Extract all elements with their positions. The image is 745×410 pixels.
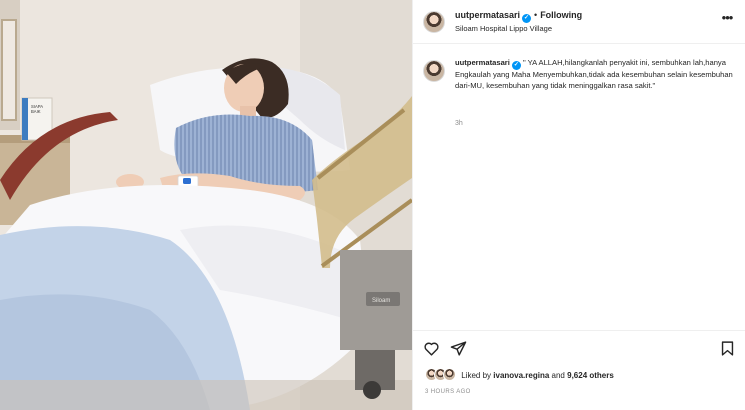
post-details-panel: uutpermatasari ✓ • Following Siloam Hospita…	[412, 0, 745, 410]
liker-avatars[interactable]	[425, 368, 459, 381]
caption-avatar[interactable]	[423, 60, 445, 82]
verified-badge-icon: ✓	[522, 14, 532, 23]
separator-dot: •	[534, 10, 538, 20]
caption-age[interactable]: 3h	[455, 120, 463, 127]
posted-time[interactable]: 3 HOURS AGO	[425, 389, 471, 395]
verified-badge-icon: ✓	[511, 61, 521, 70]
post-location[interactable]: Siloam Hospital Lippo Village	[455, 24, 552, 33]
liked-by-prefix: Liked by	[461, 371, 492, 380]
liker-avatar	[443, 368, 456, 381]
post-header: uutpermatasari ✓ • Following Siloam Hospita…	[413, 0, 745, 44]
author-line: uutpermatasari ✓ • Following	[455, 10, 582, 23]
caption-text: uutpermatasari ✓ " YA ALLAH,hilangkanlah …	[455, 58, 737, 92]
post-actions-bar	[413, 330, 745, 364]
post-photo[interactable]: SIAPA BAIK Siloam	[0, 0, 412, 410]
likes-summary: Liked by ivanova.regina and 9,624 others	[425, 368, 614, 382]
book-label-2: BAIK	[31, 109, 41, 114]
liked-by-user[interactable]: ivanova.regina	[493, 371, 549, 380]
heart-icon[interactable]	[423, 340, 440, 357]
hospital-bed-photo: SIAPA BAIK Siloam	[0, 0, 412, 410]
paper-plane-icon[interactable]	[450, 340, 467, 357]
more-options-icon[interactable]: •••	[720, 11, 734, 27]
author-avatar[interactable]	[423, 11, 445, 33]
others-count-link[interactable]: 9,624 others	[567, 371, 614, 380]
caption-username[interactable]: uutpermatasari	[455, 58, 510, 67]
author-username[interactable]: uutpermatasari	[455, 10, 520, 20]
liked-by-and: and	[551, 371, 565, 380]
bookmark-icon[interactable]	[719, 340, 736, 357]
bed-brand-label: Siloam	[372, 298, 390, 304]
following-button[interactable]: Following	[540, 10, 582, 20]
